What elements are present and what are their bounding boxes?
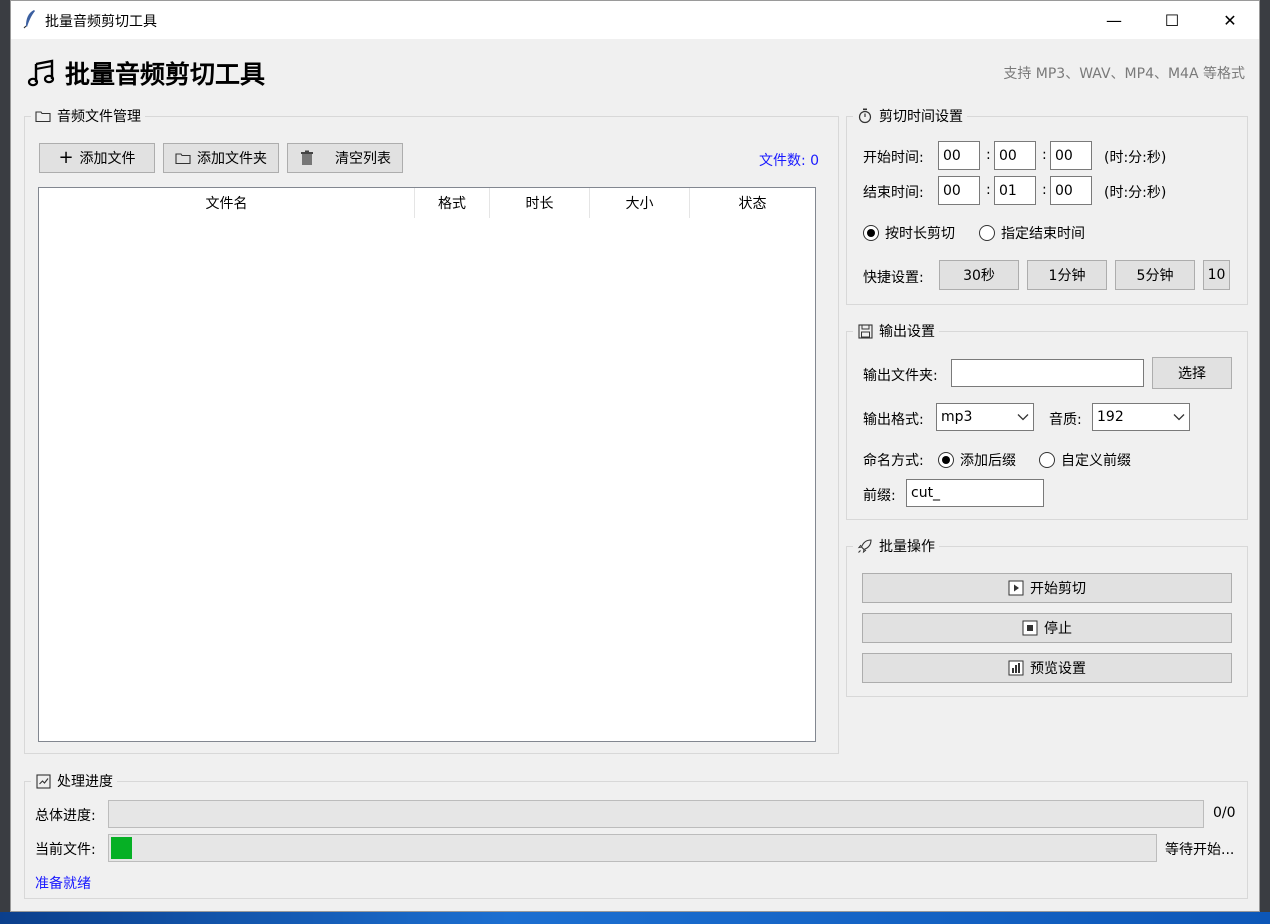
column-header-duration[interactable]: 时长 bbox=[490, 188, 590, 218]
bar-chart-icon bbox=[1008, 660, 1024, 676]
quick-10min-button[interactable]: 10 bbox=[1203, 260, 1230, 290]
feather-icon bbox=[23, 10, 35, 29]
radio-checked-icon bbox=[863, 225, 879, 241]
minimize-button[interactable]: — bbox=[1085, 1, 1143, 39]
quick-5min-button[interactable]: 5分钟 bbox=[1115, 260, 1195, 290]
current-file-label: 当前文件: bbox=[35, 842, 96, 858]
output-settings-label: 输出设置 bbox=[853, 321, 939, 341]
start-time-unit-hint: (时:分:秒) bbox=[1104, 150, 1167, 166]
add-file-button[interactable]: + 添加文件 bbox=[39, 143, 155, 173]
prefix-input[interactable]: cut_ bbox=[906, 479, 1044, 507]
time-separator: : bbox=[1042, 182, 1047, 198]
table-scrollbar[interactable] bbox=[819, 194, 827, 738]
start-second-input[interactable]: 00 bbox=[1050, 141, 1092, 170]
add-folder-button[interactable]: 添加文件夹 bbox=[163, 143, 279, 173]
chevron-down-icon bbox=[1017, 409, 1029, 425]
app-title: 批量音频剪切工具 bbox=[65, 60, 266, 89]
time-separator: : bbox=[1042, 147, 1047, 163]
radio-checked-icon bbox=[938, 452, 954, 468]
current-file-status: 等待开始... bbox=[1165, 842, 1235, 858]
time-separator: : bbox=[986, 147, 991, 163]
stop-button[interactable]: 停止 bbox=[862, 613, 1232, 643]
play-icon bbox=[1008, 580, 1024, 596]
end-time-unit-hint: (时:分:秒) bbox=[1104, 185, 1167, 201]
title-bar[interactable]: 批量音频剪切工具 — ☐ ✕ bbox=[11, 1, 1259, 39]
prefix-label: 前缀: bbox=[863, 488, 896, 504]
output-format-label: 输出格式: bbox=[863, 412, 924, 428]
trash-icon bbox=[299, 150, 315, 166]
chevron-down-icon bbox=[1173, 409, 1185, 425]
start-cut-button[interactable]: 开始剪切 bbox=[862, 573, 1232, 603]
quality-select[interactable]: 192 bbox=[1092, 403, 1190, 431]
naming-prefix-radio[interactable]: 自定义前缀 bbox=[1039, 450, 1131, 470]
window-title: 批量音频剪切工具 bbox=[45, 14, 157, 30]
end-minute-input[interactable]: 01 bbox=[994, 176, 1036, 205]
mode-duration-radio[interactable]: 按时长剪切 bbox=[863, 223, 955, 243]
progress-label: 处理进度 bbox=[31, 771, 117, 791]
desktop-taskbar-edge bbox=[0, 912, 1270, 924]
maximize-button[interactable]: ☐ bbox=[1143, 1, 1201, 39]
output-format-select[interactable]: mp3 bbox=[936, 403, 1034, 431]
current-file-progress-bar bbox=[108, 834, 1157, 862]
stopwatch-icon bbox=[857, 108, 873, 124]
end-time-label: 结束时间: bbox=[863, 185, 924, 201]
app-heading: 批量音频剪切工具 bbox=[27, 55, 265, 91]
folder-icon bbox=[175, 150, 191, 166]
floppy-disk-icon bbox=[857, 323, 873, 339]
quick-1min-button[interactable]: 1分钟 bbox=[1027, 260, 1107, 290]
status-text: 准备就绪 bbox=[35, 876, 91, 892]
start-time-label: 开始时间: bbox=[863, 150, 924, 166]
output-folder-input[interactable] bbox=[951, 359, 1144, 387]
quality-label: 音质: bbox=[1049, 412, 1082, 428]
naming-suffix-radio[interactable]: 添加后缀 bbox=[938, 450, 1016, 470]
time-separator: : bbox=[986, 182, 991, 198]
overall-progress-bar bbox=[108, 800, 1204, 828]
column-header-filename[interactable]: 文件名 bbox=[39, 188, 415, 218]
music-note-icon bbox=[27, 59, 55, 87]
output-folder-label: 输出文件夹: bbox=[863, 368, 938, 384]
overall-progress-label: 总体进度: bbox=[35, 808, 96, 824]
checkbox-icon bbox=[35, 773, 51, 789]
column-header-format[interactable]: 格式 bbox=[415, 188, 490, 218]
quick-settings-label: 快捷设置: bbox=[863, 270, 924, 286]
file-management-label: 音频文件管理 bbox=[31, 106, 145, 126]
end-second-input[interactable]: 00 bbox=[1050, 176, 1092, 205]
close-button[interactable]: ✕ bbox=[1201, 1, 1259, 39]
app-subtitle: 支持 MP3、WAV、MP4、M4A 等格式 bbox=[1003, 66, 1245, 82]
file-table[interactable]: 文件名 格式 时长 大小 状态 bbox=[38, 187, 816, 742]
start-minute-input[interactable]: 00 bbox=[994, 141, 1036, 170]
rocket-icon bbox=[857, 538, 873, 554]
plus-icon: + bbox=[58, 147, 74, 168]
app-window: 批量音频剪切工具 — ☐ ✕ 批量音频剪切工具 支持 MP3、WAV、MP4、M… bbox=[10, 0, 1260, 912]
naming-mode-label: 命名方式: bbox=[863, 453, 924, 469]
column-header-size[interactable]: 大小 bbox=[590, 188, 690, 218]
batch-operations-label: 批量操作 bbox=[853, 536, 939, 556]
clear-list-button[interactable]: 清空列表 bbox=[287, 143, 403, 173]
radio-unchecked-icon bbox=[1039, 452, 1055, 468]
cut-time-label: 剪切时间设置 bbox=[853, 106, 967, 126]
choose-folder-button[interactable]: 选择 bbox=[1152, 357, 1232, 389]
radio-unchecked-icon bbox=[979, 225, 995, 241]
mode-end-time-radio[interactable]: 指定结束时间 bbox=[979, 223, 1085, 243]
current-file-progress-fill bbox=[111, 837, 132, 859]
overall-progress-count: 0/0 bbox=[1213, 805, 1236, 821]
folder-icon bbox=[35, 108, 51, 124]
start-hour-input[interactable]: 00 bbox=[938, 141, 980, 170]
preview-settings-button[interactable]: 预览设置 bbox=[862, 653, 1232, 683]
stop-icon bbox=[1022, 620, 1038, 636]
quick-30s-button[interactable]: 30秒 bbox=[939, 260, 1019, 290]
end-hour-input[interactable]: 00 bbox=[938, 176, 980, 205]
file-count: 文件数: 0 bbox=[759, 153, 820, 169]
column-header-status[interactable]: 状态 bbox=[690, 188, 815, 218]
